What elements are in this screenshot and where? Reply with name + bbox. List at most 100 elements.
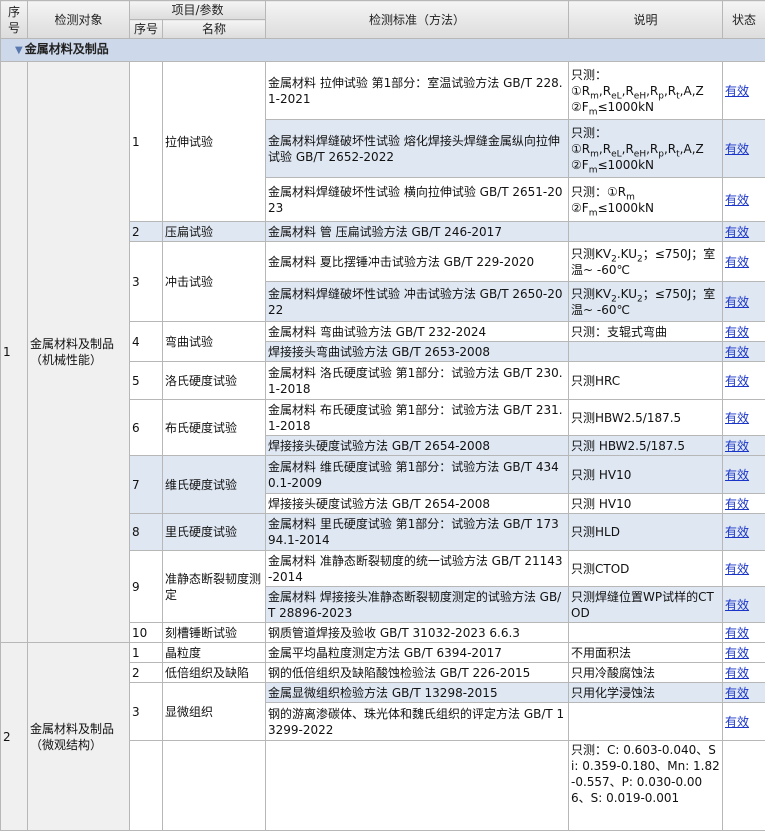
item-name: 低倍组织及缺陷 [163,663,266,683]
note-cell: 只测KV2.KU2；≤750J；室温~ -60℃ [569,242,723,282]
standard-cell: 金属材料 洛氏硬度试验 第1部分：试验方法 GB/T 230.1-2018 [266,362,569,400]
standard-cell: 金属材料焊缝破坏性试验 冲击试验方法 GB/T 2650-2022 [266,282,569,322]
standard-cell: 金属材料 维氏硬度试验 第1部分：试验方法 GB/T 4340.1-2009 [266,456,569,494]
note-cell: 只用冷酸腐蚀法 [569,663,723,683]
col-object[interactable]: 检测对象 [28,1,130,39]
status-link[interactable]: 有效 [723,436,765,456]
note-cell: 只测：①Rm,ReL,ReH,Rp,Rt,A,Z②Fm≤1000kN [569,120,723,178]
note-cell: 只测CTOD [569,551,723,587]
item-seq: 1 [130,62,163,222]
note-cell: 不用面积法 [569,643,723,663]
item-name: 维氏硬度试验 [163,456,266,514]
item-seq: 3 [130,683,163,741]
status-link[interactable]: 有效 [723,242,765,282]
item-seq: 2 [130,663,163,683]
standard-cell: 金属材料 拉伸试验 第1部分：室温试验方法 GB/T 228.1-2021 [266,62,569,120]
col-status[interactable]: 状态 [723,1,765,39]
standard-cell: 金属材料 里氏硬度试验 第1部分：试验方法 GB/T 17394.1-2014 [266,514,569,551]
status-link[interactable]: 有效 [723,663,765,683]
standard-cell: 金属材料焊缝破坏性试验 横向拉伸试验 GB/T 2651-2023 [266,178,569,222]
item-seq: 10 [130,623,163,643]
status-link[interactable]: 有效 [723,623,765,643]
status-link[interactable]: 有效 [723,703,765,741]
note-cell: 只测：①Rm②Fm≤1000kN [569,178,723,222]
note-cell: 只用化学浸蚀法 [569,683,723,703]
standard-cell: 金属材料 准静态断裂韧度的统一试验方法 GB/T 21143-2014 [266,551,569,587]
group-seq: 1 [1,62,28,643]
note-cell: 只测HLD [569,514,723,551]
status-link[interactable]: 有效 [723,62,765,120]
note-cell: 只测HRC [569,362,723,400]
standard-cell: 焊接接头硬度试验方法 GB/T 2654-2008 [266,436,569,456]
status-link[interactable]: 有效 [723,587,765,623]
item-seq [130,741,163,831]
table-row: 2 金属材料及制品（微观结构） 1 晶粒度 金属平均晶粒度测定方法 GB/T 6… [1,643,765,663]
item-name: 弯曲试验 [163,322,266,362]
item-name: 洛氏硬度试验 [163,362,266,400]
status-link[interactable]: 有效 [723,514,765,551]
col-seq[interactable]: 序号 [1,1,28,39]
note-cell [569,222,723,242]
note-cell: 只测KV2.KU2；≤750J；室温~ -60℃ [569,282,723,322]
note-cell: 只测焊缝位置WP试样的CTOD [569,587,723,623]
col-param[interactable]: 项目/参数 [130,1,266,20]
item-seq: 5 [130,362,163,400]
note-cell: 只测HBW2.5/187.5 [569,400,723,436]
note-cell: 只测：①Rm,ReL,ReH,Rp,Rt,A,Z②Fm≤1000kN [569,62,723,120]
status-link[interactable]: 有效 [723,282,765,322]
col-standard[interactable]: 检测标准（方法） [266,1,569,39]
standard-cell: 焊接接头硬度试验方法 GB/T 2654-2008 [266,494,569,514]
group-seq: 2 [1,643,28,831]
category-row[interactable]: ▼金属材料及制品 [1,39,765,62]
note-cell [569,703,723,741]
item-name: 刻槽锤断试验 [163,623,266,643]
col-note[interactable]: 说明 [569,1,723,39]
item-seq: 3 [130,242,163,322]
item-seq: 8 [130,514,163,551]
note-cell: 只测 HV10 [569,456,723,494]
table-row: 1 金属材料及制品（机械性能） 1 拉伸试验 金属材料 拉伸试验 第1部分：室温… [1,62,765,120]
status-link[interactable]: 有效 [723,120,765,178]
item-name: 显微组织 [163,683,266,741]
standard-cell: 金属材料 布氏硬度试验 第1部分：试验方法 GB/T 231.1-2018 [266,400,569,436]
status-link[interactable]: 有效 [723,342,765,362]
status-link[interactable]: 有效 [723,400,765,436]
note-cell [569,342,723,362]
collapse-triangle-icon[interactable]: ▼ [15,45,23,56]
status-link[interactable]: 有效 [723,178,765,222]
status-link[interactable]: 有效 [723,683,765,703]
item-name [163,741,266,831]
standard-cell: 钢的游离渗碳体、珠光体和魏氏组织的评定方法 GB/T 13299-2022 [266,703,569,741]
standard-cell: 钢质管道焊接及验收 GB/T 31032-2023 6.6.3 [266,623,569,643]
status-link[interactable]: 有效 [723,456,765,494]
note-cell [569,623,723,643]
item-seq: 4 [130,322,163,362]
status-link[interactable]: 有效 [723,494,765,514]
item-name: 准静态断裂韧度测定 [163,551,266,623]
status-link[interactable]: 有效 [723,551,765,587]
status-link[interactable]: 有效 [723,362,765,400]
col-name[interactable]: 名称 [163,20,266,39]
group-object: 金属材料及制品（机械性能） [28,62,130,643]
standard-cell: 金属材料 夏比摆锤冲击试验方法 GB/T 229-2020 [266,242,569,282]
note-cell: 只测 HBW2.5/187.5 [569,436,723,456]
item-seq: 1 [130,643,163,663]
col-sub-seq[interactable]: 序号 [130,20,163,39]
qualification-table-group2: 2 金属材料及制品（微观结构） 1 晶粒度 金属平均晶粒度测定方法 GB/T 6… [0,642,765,831]
group-object: 金属材料及制品（微观结构） [28,643,130,831]
status-link[interactable]: 有效 [723,643,765,663]
standard-cell: 金属材料 管 压扁试验方法 GB/T 246-2017 [266,222,569,242]
category-title: 金属材料及制品 [25,42,109,56]
status-link[interactable]: 有效 [723,222,765,242]
standard-cell: 金属显微组织检验方法 GB/T 13298-2015 [266,683,569,703]
item-name: 晶粒度 [163,643,266,663]
standard-cell: 钢的低倍组织及缺陷酸蚀检验法 GB/T 226-2015 [266,663,569,683]
item-seq: 7 [130,456,163,514]
standard-cell: 金属材料 焊接接头准静态断裂韧度测定的试验方法 GB/T 28896-2023 [266,587,569,623]
standard-cell [266,741,569,831]
item-seq: 6 [130,400,163,456]
item-name: 压扁试验 [163,222,266,242]
status-link[interactable]: 有效 [723,322,765,342]
item-name: 拉伸试验 [163,62,266,222]
item-seq: 9 [130,551,163,623]
